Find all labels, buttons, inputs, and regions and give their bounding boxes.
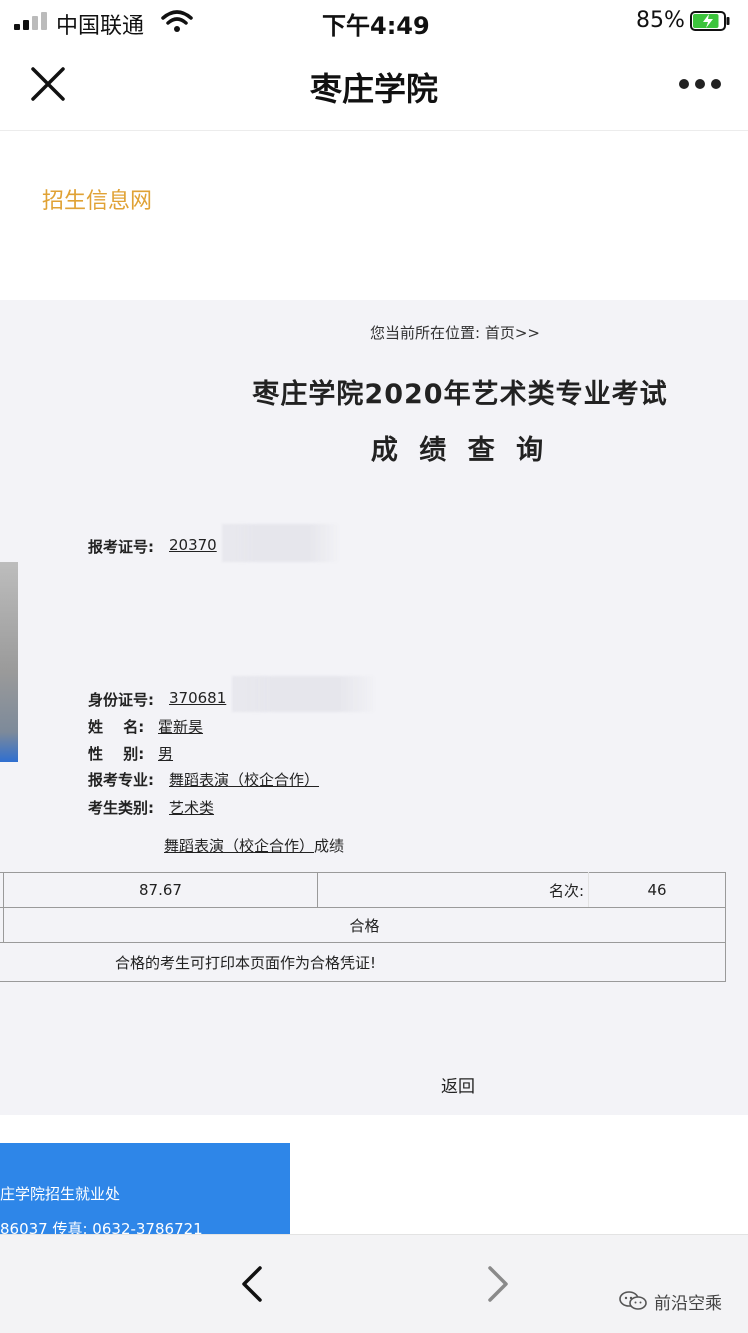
wifi-icon [161, 10, 193, 32]
battery-percent: 85% [636, 8, 685, 33]
major-value: 舞蹈表演（校企合作） [169, 771, 320, 789]
watermark-text: 前沿空乘 [654, 1294, 722, 1314]
exam-id-label: 报考证号: [88, 538, 154, 556]
id-card-value: 370681 [169, 689, 227, 707]
more-icon[interactable] [676, 76, 724, 92]
rank-value: 46 [588, 872, 726, 908]
battery-charging-icon [690, 11, 730, 31]
result-value: 合格 [3, 907, 726, 943]
back-link[interactable]: 返回 [441, 1072, 475, 1097]
signal-icon [14, 12, 48, 30]
gender-label: 性 别: [88, 745, 145, 763]
footer-office: 庄学院招生就业处 [0, 1185, 121, 1203]
gender-value: 男 [158, 745, 174, 763]
wechat-official-icon [619, 1291, 647, 1310]
carrier-name: 中国联通 [56, 14, 145, 39]
redaction-blur [232, 676, 374, 712]
table-row: 合格 [0, 907, 726, 943]
student-photo [0, 562, 18, 762]
table-row: 87.67 名次: 46 [0, 872, 726, 908]
category-value: 艺术类 [169, 799, 215, 817]
back-arrow-icon[interactable] [236, 1264, 270, 1304]
name-value: 霍新昊 [158, 718, 204, 736]
redaction-blur [222, 524, 338, 562]
bottom-nav [0, 1234, 748, 1333]
score-table: 87.67 名次: 46 合格 合格的考生可打印本页面作为合格凭证! [0, 872, 726, 982]
category-label: 考生类别: [88, 799, 154, 817]
page-subheading: 成 绩 查 询 [370, 435, 550, 466]
exam-id-value: 20370 [169, 536, 217, 554]
name-label: 姓 名: [88, 718, 145, 736]
qualification-note: 合格的考生可打印本页面作为合格凭证! [0, 942, 726, 982]
score-caption: 舞蹈表演（校企合作）成绩 [164, 835, 344, 856]
status-bar: 中国联通 下午4:49 85% [0, 0, 748, 44]
score-caption-major: 舞蹈表演（校企合作） [164, 837, 315, 855]
page-heading: 枣庄学院2020年艺术类专业考试 [252, 379, 668, 410]
title-bar: 枣庄学院 [0, 44, 748, 131]
breadcrumb: 您当前所在位置: 首页>> [370, 324, 540, 342]
id-card-label: 身份证号: [88, 691, 154, 709]
site-name-link[interactable]: 招生信息网 [42, 183, 152, 215]
score-caption-suffix: 成绩 [314, 837, 345, 855]
clock: 下午4:49 [322, 12, 430, 40]
page-title: 枣庄学院 [309, 70, 438, 108]
rank-label: 名次: [317, 872, 589, 908]
score-value: 87.67 [3, 872, 318, 908]
major-label: 报考专业: [88, 771, 154, 789]
table-row: 合格的考生可打印本页面作为合格凭证! [0, 942, 726, 982]
forward-arrow-icon[interactable] [480, 1264, 514, 1304]
